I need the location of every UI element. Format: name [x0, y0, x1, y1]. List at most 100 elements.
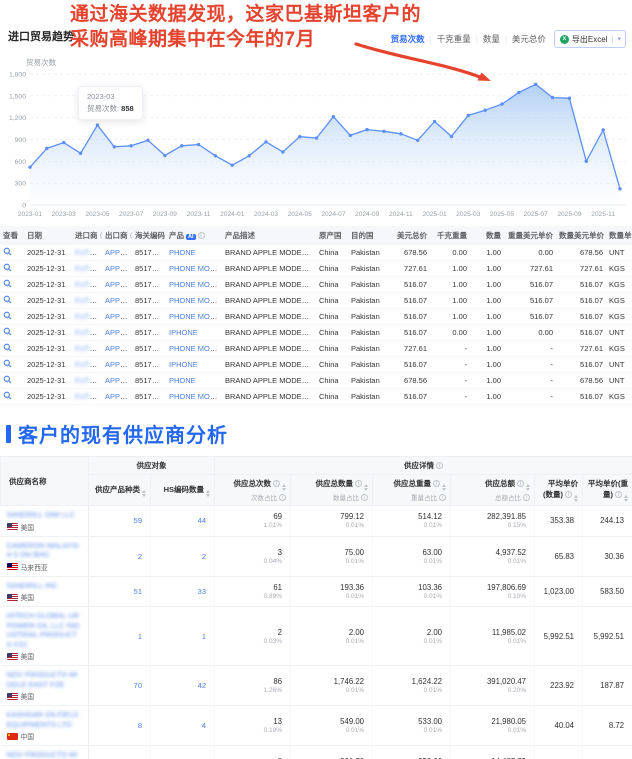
- importer-link[interactable]: FUTURE ...: [72, 389, 102, 405]
- hs-codes-count[interactable]: 33: [151, 576, 215, 607]
- product-kinds-count[interactable]: 70: [89, 666, 151, 706]
- sort-icon[interactable]: [526, 484, 530, 491]
- tab-kg-weight[interactable]: 千克重量: [437, 33, 471, 45]
- hs-codes-count[interactable]: 4: [151, 706, 215, 746]
- export-dropdown-caret[interactable]: ▾: [612, 35, 625, 43]
- quantity: 1.00: [470, 389, 504, 405]
- svg-text:2025-07: 2025-07: [524, 211, 549, 218]
- supplier-name-link[interactable]: HITECH GLOBAL UR POWER OIL LLC INDUSTRIA…: [7, 611, 81, 649]
- sort-icon[interactable]: [282, 484, 286, 491]
- export-excel-button[interactable]: x 导出Excel ▾: [554, 30, 626, 48]
- product-link[interactable]: PHONE MOTHER: [166, 261, 222, 277]
- hs-codes-count[interactable]: 44: [151, 506, 215, 537]
- importer-link[interactable]: FUTURE ...: [72, 245, 102, 261]
- avg-price-by-weight: 8.72: [583, 706, 632, 746]
- product-kinds-count[interactable]: 2: [89, 536, 151, 576]
- exporter-link[interactable]: APPLE S...: [102, 309, 132, 325]
- supplier-col-5: 供应总额i总额占比i: [451, 475, 535, 506]
- trade-col-6: 产品描述: [222, 226, 316, 245]
- tab-quantity[interactable]: 数量: [483, 33, 500, 45]
- product-link[interactable]: PHONE MOTHER: [166, 277, 222, 293]
- annotation-text: 通过海关数据发现，这家巴基斯坦客户的 采购高峰期集中在今年的7月: [70, 2, 421, 52]
- importer-link[interactable]: FUTURE ...: [72, 341, 102, 357]
- avg-price-by-qty: 65.83: [535, 536, 583, 576]
- supplier-name-link[interactable]: KASHGAR OILFIELD EQUIPMENTS LTD: [7, 710, 81, 729]
- view-detail-button[interactable]: [0, 389, 24, 405]
- tooltip-date: 2023-03: [87, 91, 134, 103]
- trade-row: 2025-12-31FUTURE ...APPLE S...85171390IP…: [0, 357, 632, 373]
- trade-col-2: 进口商i: [72, 226, 102, 245]
- supplier-name-link[interactable]: NOV PRODUCTS MIDDLE EAST FZE: [7, 750, 81, 759]
- supplier-name-link[interactable]: SANDRILL OIM LLC: [7, 510, 81, 520]
- view-detail-button[interactable]: [0, 261, 24, 277]
- exporter-link[interactable]: APPLE S...: [102, 357, 132, 373]
- hs-codes-count[interactable]: 2: [151, 536, 215, 576]
- product-kinds-count[interactable]: 59: [89, 506, 151, 537]
- usd-per-kg: 516.07: [504, 293, 556, 309]
- sort-icon[interactable]: [364, 484, 368, 491]
- hs-codes-count[interactable]: 42: [151, 666, 215, 706]
- product-kinds-count[interactable]: 51: [89, 576, 151, 607]
- usd-per-kg: 0.00: [504, 245, 556, 261]
- product-link[interactable]: PHONE MOTHER: [166, 341, 222, 357]
- sort-icon[interactable]: [142, 490, 146, 497]
- exporter-link[interactable]: APPLE S...: [102, 341, 132, 357]
- sort-icon[interactable]: [624, 495, 628, 502]
- product-link[interactable]: PHONE: [166, 373, 222, 389]
- supplier-section-title: 客户的现有供应商分析: [6, 419, 632, 448]
- product-link[interactable]: PHONE MOTHER: [166, 389, 222, 405]
- exporter-link[interactable]: APPLE S...: [102, 373, 132, 389]
- avg-price-by-weight: 51.66: [583, 746, 632, 759]
- total-times: 861.26%: [215, 666, 291, 706]
- product-link[interactable]: PHONE: [166, 245, 222, 261]
- view-detail-button[interactable]: [0, 293, 24, 309]
- view-detail-button[interactable]: [0, 325, 24, 341]
- exporter-link[interactable]: APPLE S...: [102, 245, 132, 261]
- tab-usd-total[interactable]: 美元总价: [512, 33, 546, 45]
- export-label: 导出Excel: [572, 34, 608, 45]
- supplier-name-link[interactable]: CAMERON MALAYSIA S DN BHD: [7, 541, 81, 560]
- supplier-name-link[interactable]: SANDRILL INC: [7, 581, 81, 591]
- quantity: 1.00: [470, 357, 504, 373]
- exporter-link[interactable]: APPLE S...: [102, 325, 132, 341]
- importer-link[interactable]: FUTURE ...: [72, 357, 102, 373]
- product-kinds-count[interactable]: 6: [89, 746, 151, 759]
- supplier-name-link[interactable]: NOV PRODUCTS MIDDLE EAST FZE: [7, 670, 81, 689]
- supply-target-group-header: 供应对象: [89, 457, 215, 475]
- us-flag-icon: [7, 523, 18, 530]
- total-weight: 1,624.220.01%: [373, 666, 451, 706]
- total-amount: 197,806.690.10%: [451, 576, 535, 607]
- importer-link[interactable]: FUTURE ...: [72, 261, 102, 277]
- product-link[interactable]: IPHONE: [166, 357, 222, 373]
- sort-icon[interactable]: [206, 490, 210, 497]
- view-detail-button[interactable]: [0, 357, 24, 373]
- trade-date: 2025-12-31: [24, 277, 72, 293]
- view-detail-button[interactable]: [0, 373, 24, 389]
- exporter-link[interactable]: APPLE S...: [102, 293, 132, 309]
- hs-codes-count[interactable]: 1: [151, 607, 215, 666]
- hs-codes-count[interactable]: 6: [151, 746, 215, 759]
- product-kinds-count[interactable]: 8: [89, 706, 151, 746]
- importer-link[interactable]: FUTURE ...: [72, 325, 102, 341]
- product-link[interactable]: IPHONE: [166, 325, 222, 341]
- exporter-link[interactable]: APPLE S...: [102, 389, 132, 405]
- supplier-country: 中国: [7, 731, 81, 741]
- exporter-link[interactable]: APPLE S...: [102, 261, 132, 277]
- view-detail-button[interactable]: [0, 309, 24, 325]
- sort-icon[interactable]: [442, 484, 446, 491]
- view-detail-button[interactable]: [0, 277, 24, 293]
- qty-unit: UNT: [606, 373, 632, 389]
- exporter-link[interactable]: APPLE S...: [102, 277, 132, 293]
- sort-icon[interactable]: [574, 495, 578, 502]
- importer-link[interactable]: FUTURE ...: [72, 309, 102, 325]
- trade-col-1: 日期: [24, 226, 72, 245]
- view-detail-button[interactable]: [0, 245, 24, 261]
- product-link[interactable]: PHONE MOTHER: [166, 293, 222, 309]
- dest-country: Pakistan: [348, 261, 384, 277]
- importer-link[interactable]: FUTURE ...: [72, 293, 102, 309]
- importer-link[interactable]: FUTURE ...: [72, 277, 102, 293]
- view-detail-button[interactable]: [0, 341, 24, 357]
- importer-link[interactable]: FUTURE ...: [72, 373, 102, 389]
- product-link[interactable]: PHONE MOTHER: [166, 309, 222, 325]
- product-kinds-count[interactable]: 1: [89, 607, 151, 666]
